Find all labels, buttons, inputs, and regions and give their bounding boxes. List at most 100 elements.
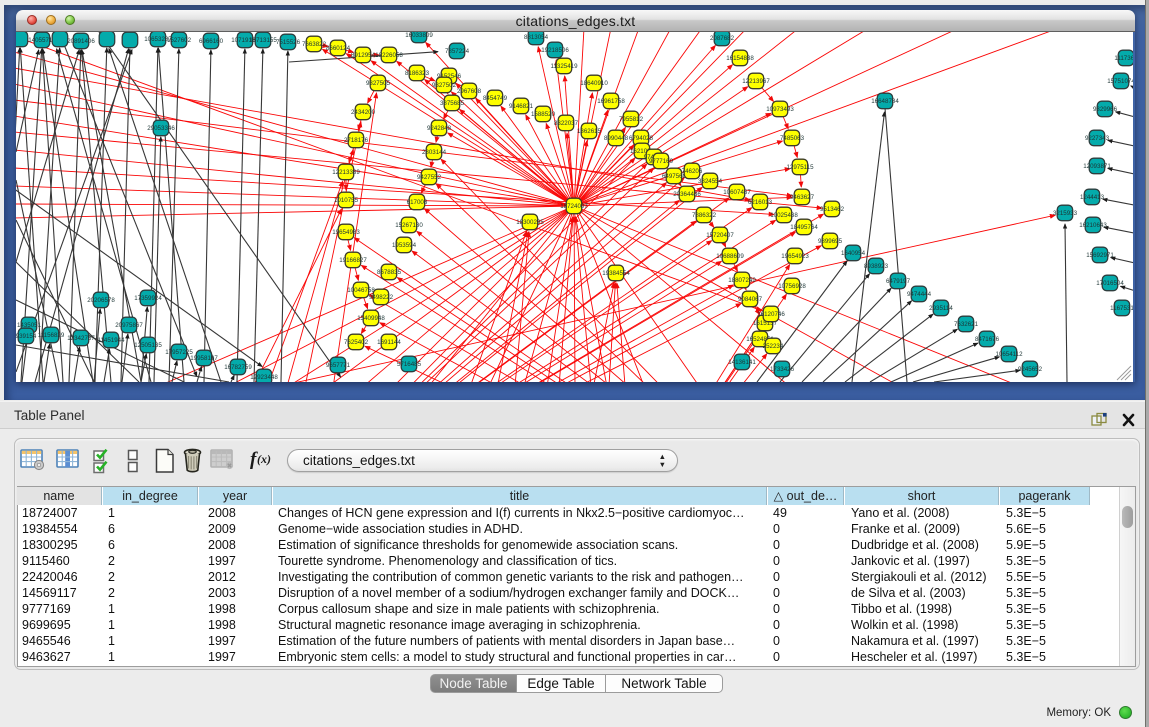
svg-text:18640910: 18640910	[580, 80, 608, 87]
svg-text:2718176: 2718176	[344, 137, 369, 144]
svg-text:7857224: 7857224	[445, 48, 470, 55]
svg-text:6966160: 6966160	[199, 38, 224, 45]
svg-text:7485063: 7485063	[780, 135, 805, 142]
svg-text:17016504: 17016504	[1096, 280, 1124, 287]
svg-text:17957225: 17957225	[165, 349, 193, 356]
svg-text:10973493: 10973493	[766, 106, 794, 113]
svg-text:3875685: 3875685	[440, 100, 465, 107]
svg-text:9327502: 9327502	[432, 82, 457, 89]
svg-text:11325419: 11325419	[550, 63, 578, 70]
svg-text:3824554: 3824554	[698, 178, 723, 185]
svg-text:15267130: 15267130	[395, 222, 423, 229]
svg-text:746206: 746206	[682, 168, 703, 175]
svg-text:10688609: 10688609	[716, 253, 744, 260]
svg-text:8813054: 8813054	[524, 34, 549, 41]
svg-text:1244413: 1244413	[1080, 194, 1105, 201]
svg-text:11451944: 11451944	[97, 337, 125, 344]
svg-text:1117364: 1117364	[1114, 55, 1133, 62]
svg-text:12093871: 12093871	[1083, 163, 1111, 170]
svg-text:9513462: 9513462	[820, 206, 845, 213]
svg-text:1733426: 1733426	[770, 366, 795, 373]
svg-text:7515526: 7515526	[276, 39, 301, 46]
svg-text:15692971: 15692971	[1086, 252, 1114, 259]
svg-text:19218506: 19218506	[541, 47, 569, 54]
svg-text:11156829: 11156829	[38, 332, 65, 339]
svg-text:12213967: 12213967	[742, 78, 770, 85]
svg-text:15720407: 15720407	[706, 232, 734, 239]
svg-text:14136141: 14136141	[728, 359, 756, 366]
svg-text:18724007: 18724007	[560, 203, 588, 210]
svg-text:2087682: 2087682	[710, 35, 735, 42]
svg-text:15751074: 15751074	[1107, 78, 1133, 85]
svg-text:12213389: 12213389	[332, 169, 360, 176]
svg-text:8454749: 8454749	[483, 95, 508, 102]
svg-text:12342757: 12342757	[67, 335, 95, 342]
svg-text:9245652: 9245652	[1018, 366, 1043, 373]
svg-text:9227343: 9227343	[1085, 135, 1110, 142]
svg-text:20364436: 20364436	[673, 191, 701, 198]
svg-text:8990448: 8990448	[604, 135, 629, 142]
svg-text:18226058: 18226058	[375, 52, 403, 59]
svg-text:6479197: 6479197	[886, 278, 911, 285]
svg-text:1953594: 1953594	[392, 242, 417, 249]
svg-text:2803144: 2803144	[422, 149, 447, 156]
svg-text:19958107: 19958107	[190, 355, 218, 362]
svg-text:5716485: 5716485	[397, 361, 422, 368]
svg-text:8322037: 8322037	[554, 120, 579, 127]
svg-text:20975867: 20975867	[115, 322, 143, 329]
svg-text:12975115: 12975115	[786, 164, 814, 171]
svg-text:15409948: 15409948	[357, 315, 385, 322]
svg-text:8660124: 8660124	[326, 45, 351, 52]
svg-text:10654112: 10654112	[995, 351, 1023, 358]
svg-text:1167531: 1167531	[1110, 305, 1133, 312]
svg-text:9084067: 9084067	[738, 296, 763, 303]
svg-text:10607487: 10607487	[723, 189, 751, 196]
svg-text:1588520: 1588520	[531, 111, 556, 118]
svg-text:12923448: 12923448	[250, 374, 278, 381]
svg-text:1691144: 1691144	[377, 339, 401, 346]
svg-text:10756928: 10756928	[778, 283, 806, 290]
svg-text:6794028: 6794028	[629, 135, 654, 142]
svg-text:2967608: 2967608	[457, 88, 482, 95]
svg-text:10046758: 10046758	[347, 287, 375, 294]
svg-text:10025438: 10025438	[770, 212, 798, 219]
svg-text:7663822: 7663822	[302, 41, 327, 48]
svg-text:1640954: 1640954	[841, 250, 866, 257]
svg-text:9242848: 9242848	[427, 125, 452, 132]
svg-text:252234: 252234	[763, 343, 784, 350]
svg-text:9146821: 9146821	[509, 103, 534, 110]
svg-text:18807249: 18807249	[728, 277, 756, 284]
svg-text:16713155: 16713155	[249, 37, 277, 44]
svg-text:9498222: 9498222	[369, 294, 394, 301]
svg-text:1527602: 1527602	[167, 37, 192, 44]
svg-text:9327505: 9327505	[366, 80, 391, 87]
svg-text:1010755: 1010755	[334, 197, 359, 204]
svg-text:8678835: 8678835	[377, 269, 402, 276]
svg-text:8471676: 8471676	[975, 336, 1000, 343]
svg-text:3215933: 3215933	[1053, 210, 1078, 217]
svg-text:9474444: 9474444	[907, 291, 932, 298]
svg-text:617008: 617008	[407, 199, 428, 206]
svg-text:7625402: 7625402	[344, 339, 369, 346]
svg-text:9427552: 9427552	[417, 174, 442, 181]
svg-text:6216013: 6216013	[748, 199, 773, 206]
svg-text:8912954: 8912954	[351, 52, 376, 59]
svg-text:17359924: 17359924	[134, 295, 162, 302]
svg-text:19166827: 19166827	[339, 257, 367, 264]
svg-text:9777169: 9777169	[649, 158, 674, 165]
svg-text:9657771: 9657771	[326, 362, 351, 369]
svg-text:7632621: 7632621	[954, 321, 979, 328]
svg-text:2935114: 2935114	[929, 305, 953, 312]
svg-text:20891406: 20891406	[67, 38, 95, 45]
svg-text:16961758: 16961758	[597, 98, 625, 105]
svg-text:29053346: 29053346	[147, 125, 175, 132]
svg-text:19384554: 19384554	[602, 270, 630, 277]
svg-text:2434200: 2434200	[351, 109, 376, 116]
svg-text:939154: 939154	[16, 333, 37, 340]
svg-text:9899695: 9899695	[818, 238, 843, 245]
svg-text:18300295: 18300295	[516, 219, 544, 226]
svg-text:12505135: 12505135	[134, 342, 162, 349]
svg-text:18495764: 18495764	[790, 224, 818, 231]
svg-text:8938923: 8938923	[864, 263, 889, 270]
svg-text:(x): (x)	[257, 452, 271, 466]
